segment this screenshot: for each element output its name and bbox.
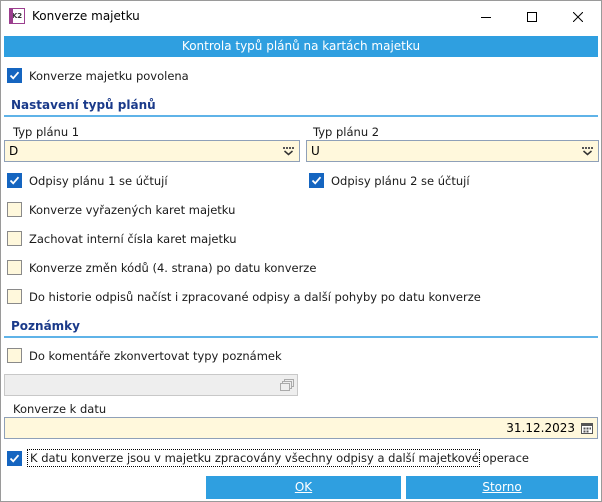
plan2-select[interactable]: U <box>306 140 599 162</box>
all-processed-checkbox[interactable] <box>7 451 22 466</box>
dialog-window: K2 Konverze majetku Kontrola typů plánů … <box>0 0 602 502</box>
discarded-cards-checkbox[interactable] <box>7 202 22 217</box>
convert-note-types-label: Do komentáře zkonvertovat typy poznámek <box>29 349 282 363</box>
checkmark-icon <box>311 176 322 185</box>
plan1-select[interactable]: D <box>4 140 300 162</box>
plan-types-section-title: Nastavení typů plánů <box>11 98 156 112</box>
plan2-label: Typ plánu 2 <box>313 125 380 139</box>
checkmark-icon <box>9 176 20 185</box>
conversion-date-field[interactable]: 31.12.2023 <box>4 417 598 439</box>
plan1-posting-checkbox[interactable] <box>7 173 22 188</box>
app-icon-text: K2 <box>11 12 23 20</box>
convert-note-types-checkbox[interactable] <box>7 348 22 363</box>
minimize-icon <box>481 16 491 18</box>
close-button[interactable] <box>555 1 601 32</box>
maximize-icon <box>527 11 537 22</box>
app-icon: K2 <box>9 8 25 24</box>
keep-internal-numbers-label: Zachovat interní čísla karet majetku <box>29 232 237 246</box>
plan2-posting-checkbox[interactable] <box>309 173 324 188</box>
checkmark-icon <box>9 71 20 80</box>
check-plan-types-button[interactable]: Kontrola typů plánů na kartách majetku <box>4 36 598 57</box>
minimize-button[interactable] <box>463 1 509 32</box>
plan1-posting-label: Odpisy plánu 1 se účtují <box>29 174 168 188</box>
window-title: Konverze majetku <box>32 9 140 23</box>
multi-select-icon <box>280 379 294 391</box>
dropdown-icon <box>283 147 294 156</box>
discarded-cards-label: Konverze vyřazených karet majetku <box>29 203 236 217</box>
conversion-date-value: 31.12.2023 <box>506 421 575 435</box>
keep-internal-numbers-checkbox[interactable] <box>7 231 22 246</box>
enable-conversion-checkbox[interactable] <box>7 68 22 83</box>
code-changes-checkbox[interactable] <box>7 260 22 275</box>
section-divider <box>4 336 598 338</box>
history-load-checkbox[interactable] <box>7 289 22 304</box>
section-divider <box>4 115 598 117</box>
plan2-posting-label: Odpisy plánu 2 se účtují <box>331 174 470 188</box>
ok-button[interactable]: OK <box>206 476 401 499</box>
conversion-date-label: Konverze k datu <box>13 402 107 416</box>
note-types-field <box>4 374 298 396</box>
title-bar[interactable]: K2 Konverze majetku <box>1 1 601 32</box>
calendar-icon <box>581 423 593 434</box>
dropdown-icon <box>582 147 593 156</box>
checkmark-icon <box>9 454 20 463</box>
plan1-label: Typ plánu 1 <box>13 125 80 139</box>
all-processed-label: K datu konverze jsou v majetku zpracován… <box>30 451 529 465</box>
code-changes-label: Konverze změn kódů (4. strana) po datu k… <box>29 261 317 275</box>
plan2-value: U <box>311 144 320 158</box>
enable-conversion-label: Konverze majetku povolena <box>29 69 189 83</box>
notes-section-title: Poznámky <box>11 319 80 333</box>
close-icon <box>573 11 583 22</box>
cancel-button[interactable]: Storno <box>406 476 598 499</box>
maximize-button[interactable] <box>509 1 555 32</box>
history-load-label: Do historie odpisů načíst i zpracované o… <box>29 290 481 304</box>
plan1-value: D <box>9 144 19 158</box>
